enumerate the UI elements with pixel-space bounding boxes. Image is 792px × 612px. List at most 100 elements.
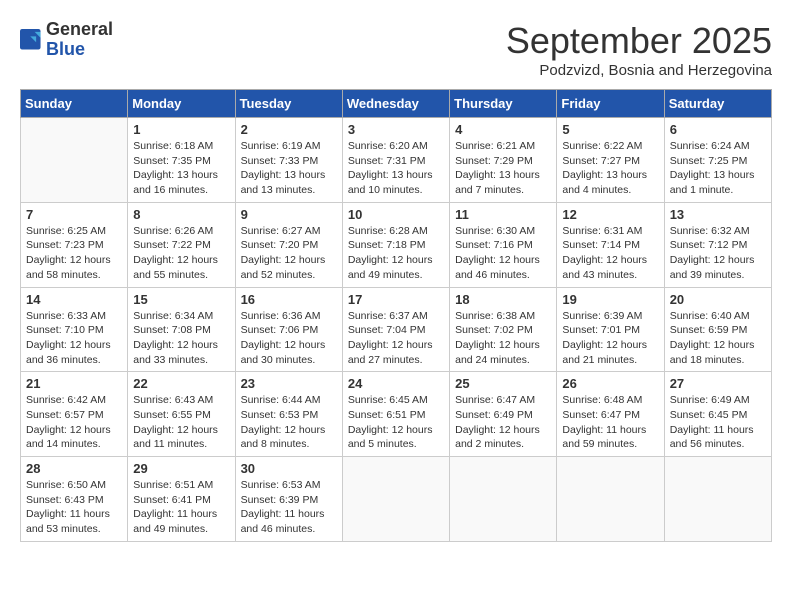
logo-blue: Blue — [46, 39, 85, 59]
calendar-day-cell: 26 Sunrise: 6:48 AMSunset: 6:47 PMDayligh… — [557, 372, 664, 457]
calendar-day-cell: 1Sunrise: 6:18 AMSunset: 7:35 PMDaylight… — [128, 118, 235, 203]
calendar-day-cell — [21, 118, 128, 203]
day-number: 21 — [26, 376, 122, 391]
day-info: Sunrise: 6:37 AMSunset: 7:04 PMDaylight:… — [348, 309, 444, 368]
day-number: 18 — [455, 292, 551, 307]
day-info: Sunrise: 6:19 AMSunset: 7:33 PMDaylight:… — [241, 139, 337, 198]
day-number: 7 — [26, 207, 122, 222]
day-info: Sunrise: 6:48 AMSunset: 6:47 PMDaylight:… — [562, 393, 658, 452]
day-info: Sunrise: 6:40 AMSunset: 6:59 PMDaylight:… — [670, 309, 766, 368]
calendar-day-cell: 29 Sunrise: 6:51 AMSunset: 6:41 PMDayligh… — [128, 457, 235, 542]
logo: General Blue — [20, 20, 113, 60]
calendar-day-cell: 15 Sunrise: 6:34 AMSunset: 7:08 PMDayligh… — [128, 287, 235, 372]
calendar-body: 1Sunrise: 6:18 AMSunset: 7:35 PMDaylight… — [21, 118, 772, 542]
calendar-week-row: 7 Sunrise: 6:25 AMSunset: 7:23 PMDaylight… — [21, 202, 772, 287]
calendar-header-row: SundayMondayTuesdayWednesdayThursdayFrid… — [21, 90, 772, 118]
day-info: Sunrise: 6:32 AMSunset: 7:12 PMDaylight:… — [670, 224, 766, 283]
day-number: 6 — [670, 122, 766, 137]
day-info: Sunrise: 6:24 AMSunset: 7:25 PMDaylight:… — [670, 139, 766, 198]
calendar-day-cell: 12 Sunrise: 6:31 AMSunset: 7:14 PMDayligh… — [557, 202, 664, 287]
calendar-header-cell: Tuesday — [235, 90, 342, 118]
calendar-day-cell: 14Sunrise: 6:33 AMSunset: 7:10 PMDayligh… — [21, 287, 128, 372]
day-info: Sunrise: 6:38 AMSunset: 7:02 PMDaylight:… — [455, 309, 551, 368]
day-number: 27 — [670, 376, 766, 391]
header: General Blue September 2025 Podzvizd, Bo… — [20, 20, 772, 79]
day-info: Sunrise: 6:51 AMSunset: 6:41 PMDaylight:… — [133, 478, 229, 537]
day-number: 11 — [455, 207, 551, 222]
calendar-day-cell: 25 Sunrise: 6:47 AMSunset: 6:49 PMDayligh… — [450, 372, 557, 457]
day-number: 20 — [670, 292, 766, 307]
calendar-day-cell: 16Sunrise: 6:36 AMSunset: 7:06 PMDayligh… — [235, 287, 342, 372]
day-number: 22 — [133, 376, 229, 391]
calendar-day-cell: 9 Sunrise: 6:27 AMSunset: 7:20 PMDaylight… — [235, 202, 342, 287]
day-number: 23 — [241, 376, 337, 391]
calendar-header-cell: Friday — [557, 90, 664, 118]
calendar-day-cell — [450, 457, 557, 542]
calendar-day-cell: 8 Sunrise: 6:26 AMSunset: 7:22 PMDaylight… — [128, 202, 235, 287]
calendar-day-cell: 5Sunrise: 6:22 AMSunset: 7:27 PMDaylight… — [557, 118, 664, 203]
day-info: Sunrise: 6:49 AMSunset: 6:45 PMDaylight:… — [670, 393, 766, 452]
calendar-day-cell: 7 Sunrise: 6:25 AMSunset: 7:23 PMDaylight… — [21, 202, 128, 287]
calendar-day-cell: 23 Sunrise: 6:44 AMSunset: 6:53 PMDayligh… — [235, 372, 342, 457]
day-info: Sunrise: 6:27 AMSunset: 7:20 PMDaylight:… — [241, 224, 337, 283]
calendar-day-cell: 10Sunrise: 6:28 AMSunset: 7:18 PMDayligh… — [342, 202, 449, 287]
logo-text: General Blue — [46, 20, 113, 60]
day-info: Sunrise: 6:26 AMSunset: 7:22 PMDaylight:… — [133, 224, 229, 283]
day-info: Sunrise: 6:47 AMSunset: 6:49 PMDaylight:… — [455, 393, 551, 452]
day-info: Sunrise: 6:34 AMSunset: 7:08 PMDaylight:… — [133, 309, 229, 368]
calendar-day-cell — [557, 457, 664, 542]
day-number: 28 — [26, 461, 122, 476]
calendar-header-cell: Saturday — [664, 90, 771, 118]
calendar-week-row: 28Sunrise: 6:50 AMSunset: 6:43 PMDayligh… — [21, 457, 772, 542]
day-info: Sunrise: 6:45 AMSunset: 6:51 PMDaylight:… — [348, 393, 444, 452]
calendar-header-cell: Wednesday — [342, 90, 449, 118]
calendar-day-cell: 2Sunrise: 6:19 AMSunset: 7:33 PMDaylight… — [235, 118, 342, 203]
calendar-day-cell: 4 Sunrise: 6:21 AMSunset: 7:29 PMDaylight… — [450, 118, 557, 203]
logo-general: General — [46, 19, 113, 39]
calendar-day-cell: 11 Sunrise: 6:30 AMSunset: 7:16 PMDayligh… — [450, 202, 557, 287]
calendar-day-cell: 13 Sunrise: 6:32 AMSunset: 7:12 PMDayligh… — [664, 202, 771, 287]
calendar-day-cell: 21Sunrise: 6:42 AMSunset: 6:57 PMDayligh… — [21, 372, 128, 457]
logo-icon — [20, 29, 42, 51]
calendar-day-cell: 28Sunrise: 6:50 AMSunset: 6:43 PMDayligh… — [21, 457, 128, 542]
calendar-day-cell — [664, 457, 771, 542]
calendar-week-row: 1Sunrise: 6:18 AMSunset: 7:35 PMDaylight… — [21, 118, 772, 203]
day-info: Sunrise: 6:53 AMSunset: 6:39 PMDaylight:… — [241, 478, 337, 537]
calendar-day-cell: 17Sunrise: 6:37 AMSunset: 7:04 PMDayligh… — [342, 287, 449, 372]
day-info: Sunrise: 6:20 AMSunset: 7:31 PMDaylight:… — [348, 139, 444, 198]
day-info: Sunrise: 6:25 AMSunset: 7:23 PMDaylight:… — [26, 224, 122, 283]
day-number: 10 — [348, 207, 444, 222]
month-title: September 2025 — [506, 20, 772, 62]
day-info: Sunrise: 6:44 AMSunset: 6:53 PMDaylight:… — [241, 393, 337, 452]
day-info: Sunrise: 6:43 AMSunset: 6:55 PMDaylight:… — [133, 393, 229, 452]
day-number: 26 — [562, 376, 658, 391]
day-number: 12 — [562, 207, 658, 222]
day-number: 5 — [562, 122, 658, 137]
day-info: Sunrise: 6:30 AMSunset: 7:16 PMDaylight:… — [455, 224, 551, 283]
calendar-day-cell: 19Sunrise: 6:39 AMSunset: 7:01 PMDayligh… — [557, 287, 664, 372]
calendar-day-cell: 27 Sunrise: 6:49 AMSunset: 6:45 PMDayligh… — [664, 372, 771, 457]
day-info: Sunrise: 6:18 AMSunset: 7:35 PMDaylight:… — [133, 139, 229, 198]
calendar-header-cell: Sunday — [21, 90, 128, 118]
day-number: 29 — [133, 461, 229, 476]
day-number: 25 — [455, 376, 551, 391]
calendar-header-cell: Thursday — [450, 90, 557, 118]
day-info: Sunrise: 6:21 AMSunset: 7:29 PMDaylight:… — [455, 139, 551, 198]
day-number: 30 — [241, 461, 337, 476]
day-info: Sunrise: 6:31 AMSunset: 7:14 PMDaylight:… — [562, 224, 658, 283]
day-number: 16 — [241, 292, 337, 307]
calendar-header-cell: Monday — [128, 90, 235, 118]
calendar-week-row: 21Sunrise: 6:42 AMSunset: 6:57 PMDayligh… — [21, 372, 772, 457]
day-number: 13 — [670, 207, 766, 222]
calendar-day-cell: 30 Sunrise: 6:53 AMSunset: 6:39 PMDayligh… — [235, 457, 342, 542]
day-number: 9 — [241, 207, 337, 222]
calendar-table: SundayMondayTuesdayWednesdayThursdayFrid… — [20, 89, 772, 542]
day-info: Sunrise: 6:33 AMSunset: 7:10 PMDaylight:… — [26, 309, 122, 368]
calendar-day-cell: 3Sunrise: 6:20 AMSunset: 7:31 PMDaylight… — [342, 118, 449, 203]
day-number: 4 — [455, 122, 551, 137]
location-title: Podzvizd, Bosnia and Herzegovina — [506, 62, 772, 79]
title-area: September 2025 Podzvizd, Bosnia and Herz… — [506, 20, 772, 79]
day-number: 8 — [133, 207, 229, 222]
day-number: 15 — [133, 292, 229, 307]
calendar-week-row: 14Sunrise: 6:33 AMSunset: 7:10 PMDayligh… — [21, 287, 772, 372]
